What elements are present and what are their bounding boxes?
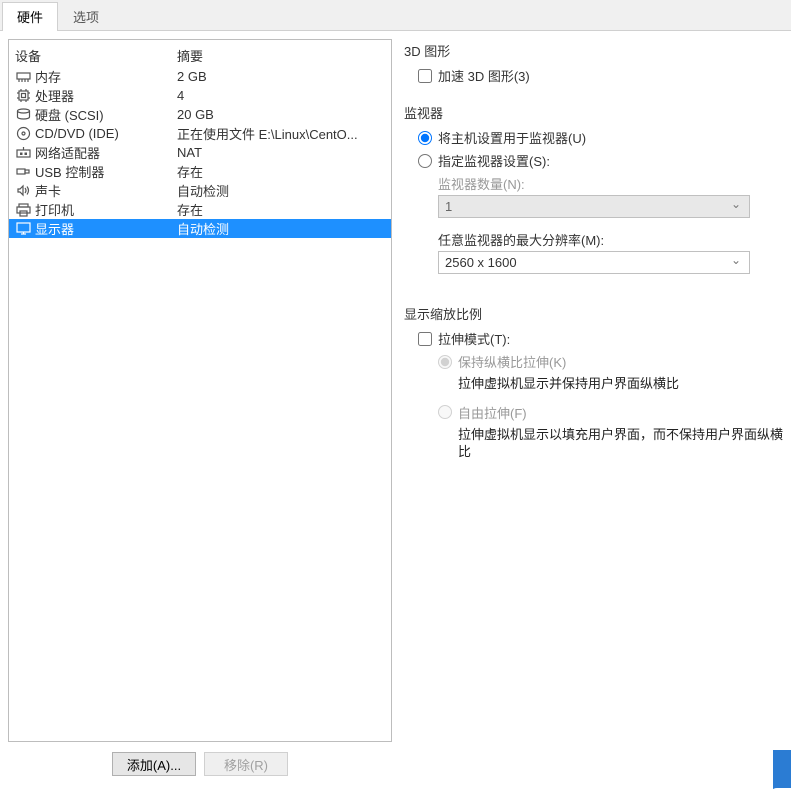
device-label: CD/DVD (IDE) xyxy=(35,126,177,141)
device-label: 处理器 xyxy=(35,86,177,105)
free-stretch-desc: 拉伸虚拟机显示以填充用户界面，而不保持用户界面纵横比 xyxy=(458,426,783,461)
corner-curve-icon xyxy=(769,788,791,800)
keep-aspect-radio xyxy=(438,355,452,369)
device-summary: 2 GB xyxy=(177,69,385,84)
accelerate-3d-label: 加速 3D 图形(3) xyxy=(438,66,530,85)
keep-aspect-label: 保持纵横比拉伸(K) xyxy=(458,352,566,371)
device-row-display[interactable]: 显示器自动检测 xyxy=(9,219,391,238)
tab-options[interactable]: 选项 xyxy=(58,2,114,30)
device-summary: 自动检测 xyxy=(177,219,385,238)
add-button[interactable]: 添加(A)... xyxy=(112,752,196,776)
device-summary: 存在 xyxy=(177,200,385,219)
device-label: USB 控制器 xyxy=(35,162,177,181)
device-row-usb[interactable]: USB 控制器存在 xyxy=(9,162,391,181)
free-stretch-label: 自由拉伸(F) xyxy=(458,403,527,422)
device-label: 声卡 xyxy=(35,181,177,200)
stretch-mode-label: 拉伸模式(T): xyxy=(438,329,510,348)
cpu-icon xyxy=(15,88,31,104)
device-row-sound[interactable]: 声卡自动检测 xyxy=(9,181,391,200)
max-resolution-select[interactable]: 2560 x 1600 xyxy=(438,251,750,274)
tab-hardware[interactable]: 硬件 xyxy=(2,2,58,31)
device-list: 设备 摘要 内存2 GB处理器4硬盘 (SCSI)20 GBCD/DVD (ID… xyxy=(8,39,392,742)
device-row-cpu[interactable]: 处理器4 xyxy=(9,86,391,105)
usb-icon xyxy=(15,164,31,180)
group-monitor-title: 监视器 xyxy=(404,103,783,122)
keep-aspect-desc: 拉伸虚拟机显示并保持用户界面纵横比 xyxy=(458,375,783,393)
device-row-printer[interactable]: 打印机存在 xyxy=(9,200,391,219)
column-device: 设备 xyxy=(15,46,177,65)
free-stretch-radio xyxy=(438,405,452,419)
specify-monitor-radio[interactable] xyxy=(418,154,432,168)
device-summary: 4 xyxy=(177,88,385,103)
device-label: 内存 xyxy=(35,67,177,86)
network-icon xyxy=(15,145,31,161)
device-summary: 正在使用文件 E:\Linux\CentO... xyxy=(177,124,385,143)
device-row-network[interactable]: 网络适配器NAT xyxy=(9,143,391,162)
monitor-count-label: 监视器数量(N): xyxy=(438,174,783,193)
specify-monitor-label: 指定监视器设置(S): xyxy=(438,151,550,170)
memory-icon xyxy=(15,69,31,85)
printer-icon xyxy=(15,202,31,218)
device-row-cd[interactable]: CD/DVD (IDE)正在使用文件 E:\Linux\CentO... xyxy=(9,124,391,143)
remove-button: 移除(R) xyxy=(204,752,288,776)
group-3d-title: 3D 图形 xyxy=(404,41,783,60)
cd-icon xyxy=(15,126,31,142)
max-resolution-label: 任意监视器的最大分辨率(M): xyxy=(438,230,783,249)
device-summary: 存在 xyxy=(177,162,385,181)
device-row-memory[interactable]: 内存2 GB xyxy=(9,67,391,86)
device-list-header: 设备 摘要 xyxy=(9,40,391,67)
sound-icon xyxy=(15,183,31,199)
device-summary: 20 GB xyxy=(177,107,385,122)
stretch-mode-checkbox[interactable] xyxy=(418,332,432,346)
device-label: 硬盘 (SCSI) xyxy=(35,105,177,124)
accelerate-3d-checkbox[interactable] xyxy=(418,69,432,83)
device-row-disk[interactable]: 硬盘 (SCSI)20 GB xyxy=(9,105,391,124)
device-summary: 自动检测 xyxy=(177,181,385,200)
device-label: 打印机 xyxy=(35,200,177,219)
use-host-label: 将主机设置用于监视器(U) xyxy=(438,128,586,147)
device-label: 显示器 xyxy=(35,219,177,238)
column-summary: 摘要 xyxy=(177,46,385,65)
tab-bar: 硬件 选项 xyxy=(0,0,791,31)
use-host-radio[interactable] xyxy=(418,131,432,145)
monitor-count-select: 1 xyxy=(438,195,750,218)
disk-icon xyxy=(15,107,31,123)
group-scale-title: 显示缩放比例 xyxy=(404,304,783,323)
device-summary: NAT xyxy=(177,145,385,160)
display-icon xyxy=(15,221,31,237)
device-label: 网络适配器 xyxy=(35,143,177,162)
corner-tab-icon xyxy=(773,750,791,790)
